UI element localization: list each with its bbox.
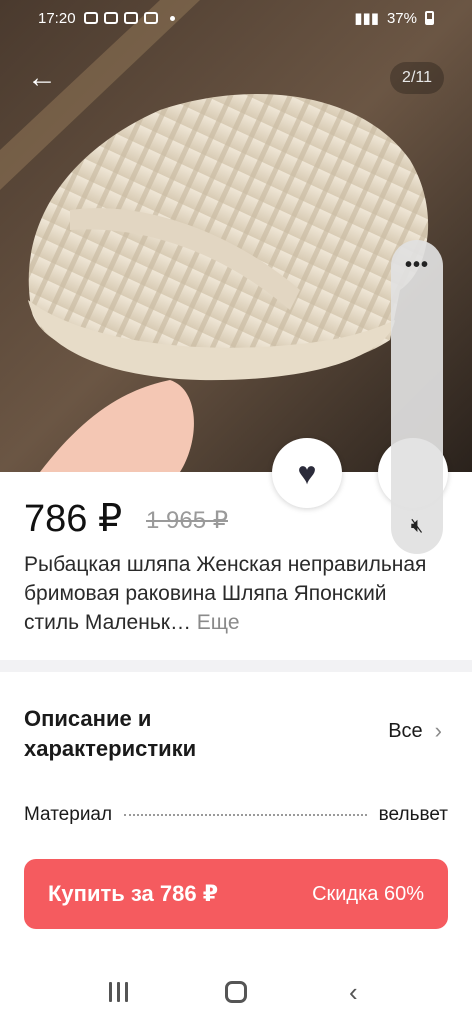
old-price: 1 965 ₽ [146,507,228,534]
see-all-link[interactable]: Все › [388,718,442,744]
chat-icon [143,12,158,24]
buy-label: Купить за 786 ₽ [48,881,219,906]
product-title[interactable]: Рыбацкая шляпа Женская неправильная брим… [24,550,444,637]
media-icon [123,12,138,24]
spec-row: Материал вельвет [24,804,448,826]
more-notifications-icon [169,15,175,21]
status-time: 17:20 [38,9,76,27]
system-nav-bar: ‹ [0,960,472,1024]
volume-mute-icon[interactable]: 🔇︎ [403,512,431,540]
notification-icons [83,12,175,24]
image-counter: 2/11 [390,62,444,94]
description-heading: Описание и характеристики [24,706,197,761]
home-button[interactable] [216,972,256,1012]
discount-label: Скидка 60% [312,882,424,905]
nav-back-button[interactable]: ‹ [333,972,373,1012]
spec-leader [124,814,367,816]
recents-button[interactable] [99,972,139,1012]
arrow-left-icon: ← [27,61,57,94]
chevron-right-icon: › [434,718,442,743]
signal-icon: ▮▮▮ [354,10,379,27]
spec-value: вельвет [378,804,448,825]
home-icon [224,981,247,1003]
contact-icon [103,12,118,24]
current-price: 786 ₽ [24,498,123,540]
message-icon [83,12,98,24]
section-divider [0,660,472,672]
more-dots-icon[interactable]: ••• [391,254,443,277]
video-overlay-panel[interactable]: ••• 🔇︎ [391,240,443,554]
battery-percent: 37% [386,9,417,27]
battery-icon [425,11,434,25]
favorite-button[interactable]: ♥ [272,438,342,508]
buy-button[interactable]: Купить за 786 ₽ Скидка 60% [24,859,448,929]
heart-icon: ♥ [297,455,317,491]
show-more-link[interactable]: Еще [197,611,240,634]
chevron-left-icon: ‹ [348,976,358,1007]
see-all-label: Все [388,719,423,742]
status-bar: 17:20 ▮▮▮ 37% [0,0,472,36]
back-button[interactable]: ← [22,58,62,98]
spec-name: Материал [24,804,113,825]
